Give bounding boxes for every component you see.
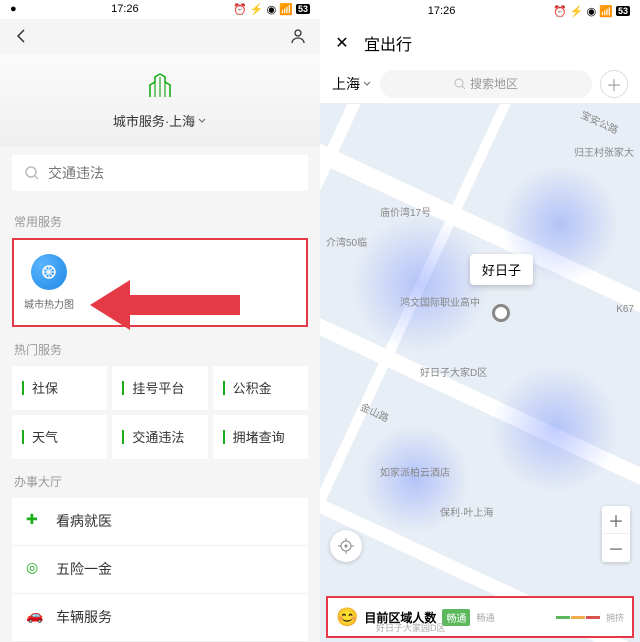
status-bar: 17:26 ⏰ ⚡ ◉ 📶 53 xyxy=(320,0,640,22)
status-badge: 畅通 xyxy=(442,609,470,626)
hot-item[interactable]: 挂号平台 xyxy=(112,366,207,410)
zoom-controls: ＋ － xyxy=(602,506,630,562)
locate-button[interactable] xyxy=(330,530,362,562)
hot-item[interactable]: 天气 xyxy=(12,415,107,459)
search-input[interactable] xyxy=(48,165,296,181)
area-search[interactable]: 搜索地区 xyxy=(380,70,592,98)
search-bar[interactable] xyxy=(12,155,308,191)
nav-bar xyxy=(0,19,320,55)
hot-item[interactable]: 交通违法 xyxy=(112,415,207,459)
poi-label: 保利·叶上海 xyxy=(440,504,493,519)
poi-label: 金山路 xyxy=(358,398,392,424)
pin-tooltip: 好日子 xyxy=(470,254,533,285)
hot-item[interactable]: 公积金 xyxy=(213,366,308,410)
section-title-hot: 热门服务 xyxy=(0,327,320,366)
common-services-card: 城市热力图 xyxy=(12,238,308,327)
zoom-in-button[interactable]: ＋ xyxy=(602,506,630,534)
poi-label: 如家派柏云酒店 xyxy=(380,464,450,479)
back-icon[interactable] xyxy=(12,26,32,46)
section-title-lobby: 办事大厅 xyxy=(0,459,320,498)
vehicle-icon: 🚗 xyxy=(26,607,46,627)
nav-bar: ✕ 宜出行 xyxy=(320,22,640,64)
poi-label: K67 xyxy=(616,304,634,315)
hot-item[interactable]: 拥堵查询 xyxy=(213,415,308,459)
page-title: 宜出行 xyxy=(364,31,412,55)
close-icon[interactable]: ✕ xyxy=(332,33,352,53)
insurance-icon: ◎ xyxy=(26,559,46,579)
building-icon xyxy=(144,71,176,103)
search-icon xyxy=(24,165,40,181)
medical-icon: ✚ xyxy=(26,511,46,531)
zoom-out-button[interactable]: － xyxy=(602,534,630,562)
poi-label: 归王村张家大 xyxy=(574,144,634,159)
status-bar: ●17:26 ⏰ ⚡ ◉ 📶 53 xyxy=(0,0,320,19)
lobby-item[interactable]: 🚗车辆服务 xyxy=(12,594,308,642)
hot-services-grid: 社保 挂号平台 公积金 天气 交通违法 拥堵查询 xyxy=(12,366,308,459)
heatmap-label: 城市热力图 xyxy=(24,296,74,311)
add-button[interactable]: ＋ xyxy=(600,70,628,98)
map-pin xyxy=(492,304,510,322)
poi-label: 好日子大家D区 xyxy=(420,364,487,379)
poi-label: 庙价湾17号 xyxy=(380,204,431,219)
city-selector[interactable]: 上海 xyxy=(332,74,372,94)
filter-bar: 上海 搜索地区 ＋ xyxy=(320,64,640,104)
hot-item[interactable]: 社保 xyxy=(12,366,107,410)
crowd-status-bar[interactable]: 😊 目前区域人数 畅通 畅通 拥挤 好日子大家园D区 xyxy=(326,596,634,638)
heatmap-service[interactable]: 城市热力图 xyxy=(14,254,84,311)
search-icon xyxy=(454,78,466,90)
poi-label: 鸿文国际职业高中 xyxy=(400,294,480,309)
user-icon[interactable] xyxy=(288,26,308,46)
status-emoji: 😊 xyxy=(336,607,358,628)
hero: 城市服务·上海 xyxy=(0,54,320,147)
crowd-sublabel: 好日子大家园D区 xyxy=(376,621,446,634)
section-title-common: 常用服务 xyxy=(0,199,320,238)
location-selector[interactable]: 城市服务·上海 xyxy=(113,111,207,130)
lobby-list: ✚看病就医 ◎五险一金 🚗车辆服务 xyxy=(12,498,308,642)
lobby-item[interactable]: ✚看病就医 xyxy=(12,498,308,546)
poi-label: 宝安公路 xyxy=(579,106,622,136)
lobby-item[interactable]: ◎五险一金 xyxy=(12,546,308,594)
legend xyxy=(556,616,600,619)
poi-label: 介湾50临 xyxy=(326,234,367,249)
heatmap-icon xyxy=(31,254,67,290)
map-canvas[interactable]: 庙价湾17号 好日子大家D区 归王村张家大 介湾50临 鸿文国际职业高中 宝安公… xyxy=(320,104,640,642)
